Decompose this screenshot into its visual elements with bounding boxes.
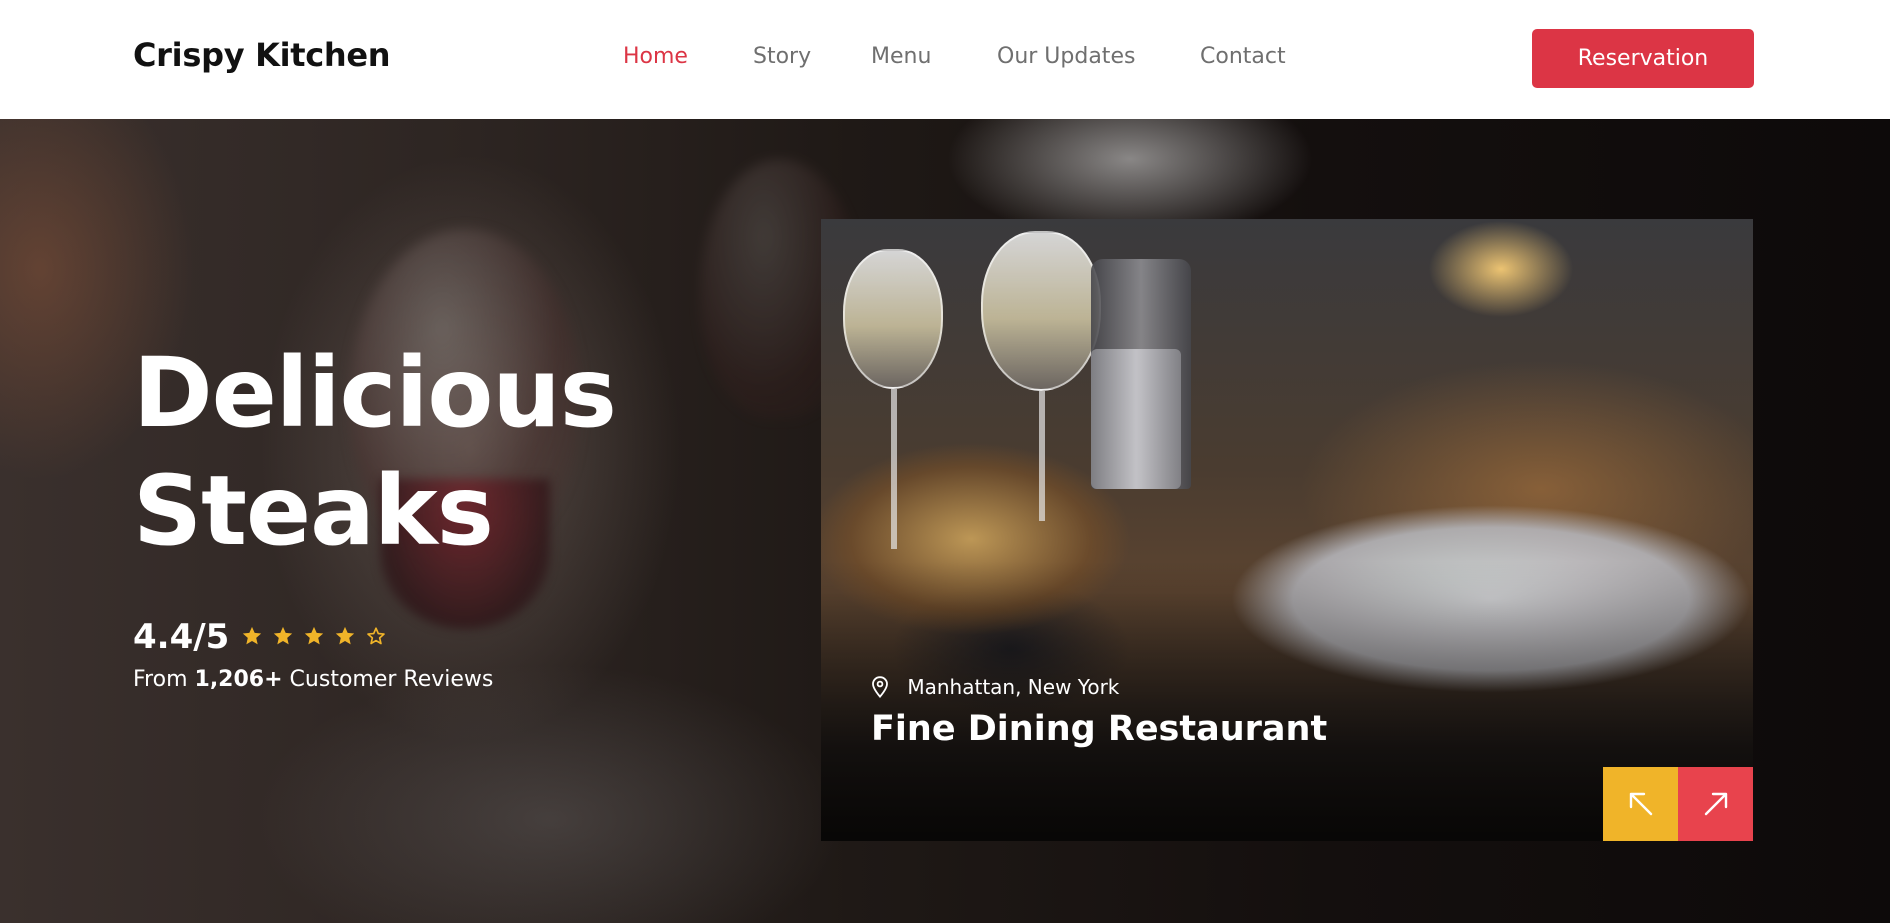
- reviews-suffix: Customer Reviews: [289, 667, 494, 692]
- arrow-up-left-icon: [1626, 789, 1656, 819]
- star-filled-icon: [272, 625, 296, 647]
- card-location-text: Manhattan, New York: [907, 675, 1120, 699]
- reviews-count: 1,206+: [194, 667, 283, 692]
- featured-restaurant-card[interactable]: Manhattan, New York Fine Dining Restaura…: [821, 219, 1753, 841]
- rating-stars: [241, 625, 391, 651]
- carousel-prev-button[interactable]: [1603, 767, 1678, 841]
- rating-value: 4.4/5: [133, 617, 230, 657]
- nav-menu[interactable]: Menu: [871, 44, 931, 69]
- card-title: Fine Dining Restaurant: [871, 709, 1328, 749]
- nav-our-updates[interactable]: Our Updates: [997, 44, 1135, 69]
- star-filled-icon: [241, 625, 265, 647]
- star-filled-icon: [303, 625, 327, 647]
- arrow-up-right-icon: [1701, 789, 1731, 819]
- reservation-button[interactable]: Reservation: [1532, 29, 1754, 88]
- map-pin-icon: [871, 676, 889, 698]
- reviews-text: From 1,206+ Customer Reviews: [133, 667, 493, 692]
- nav-story[interactable]: Story: [753, 44, 811, 69]
- card-location: Manhattan, New York: [871, 675, 1119, 699]
- hero-title-line: Delicious: [133, 337, 617, 449]
- reviews-prefix: From: [133, 667, 188, 692]
- hero-title-line: Steaks: [133, 455, 494, 567]
- nav-contact[interactable]: Contact: [1200, 44, 1286, 69]
- hero-title: Delicious Steaks: [133, 334, 617, 570]
- star-filled-icon: [334, 625, 358, 647]
- site-header: Crispy Kitchen Home Story Menu Our Updat…: [0, 0, 1890, 119]
- carousel-next-button[interactable]: [1678, 767, 1753, 841]
- hero-section: Delicious Steaks 4.4/5 From 1,206+ Custo…: [0, 119, 1890, 923]
- nav-home[interactable]: Home: [623, 44, 688, 69]
- star-outline-icon: [365, 625, 389, 647]
